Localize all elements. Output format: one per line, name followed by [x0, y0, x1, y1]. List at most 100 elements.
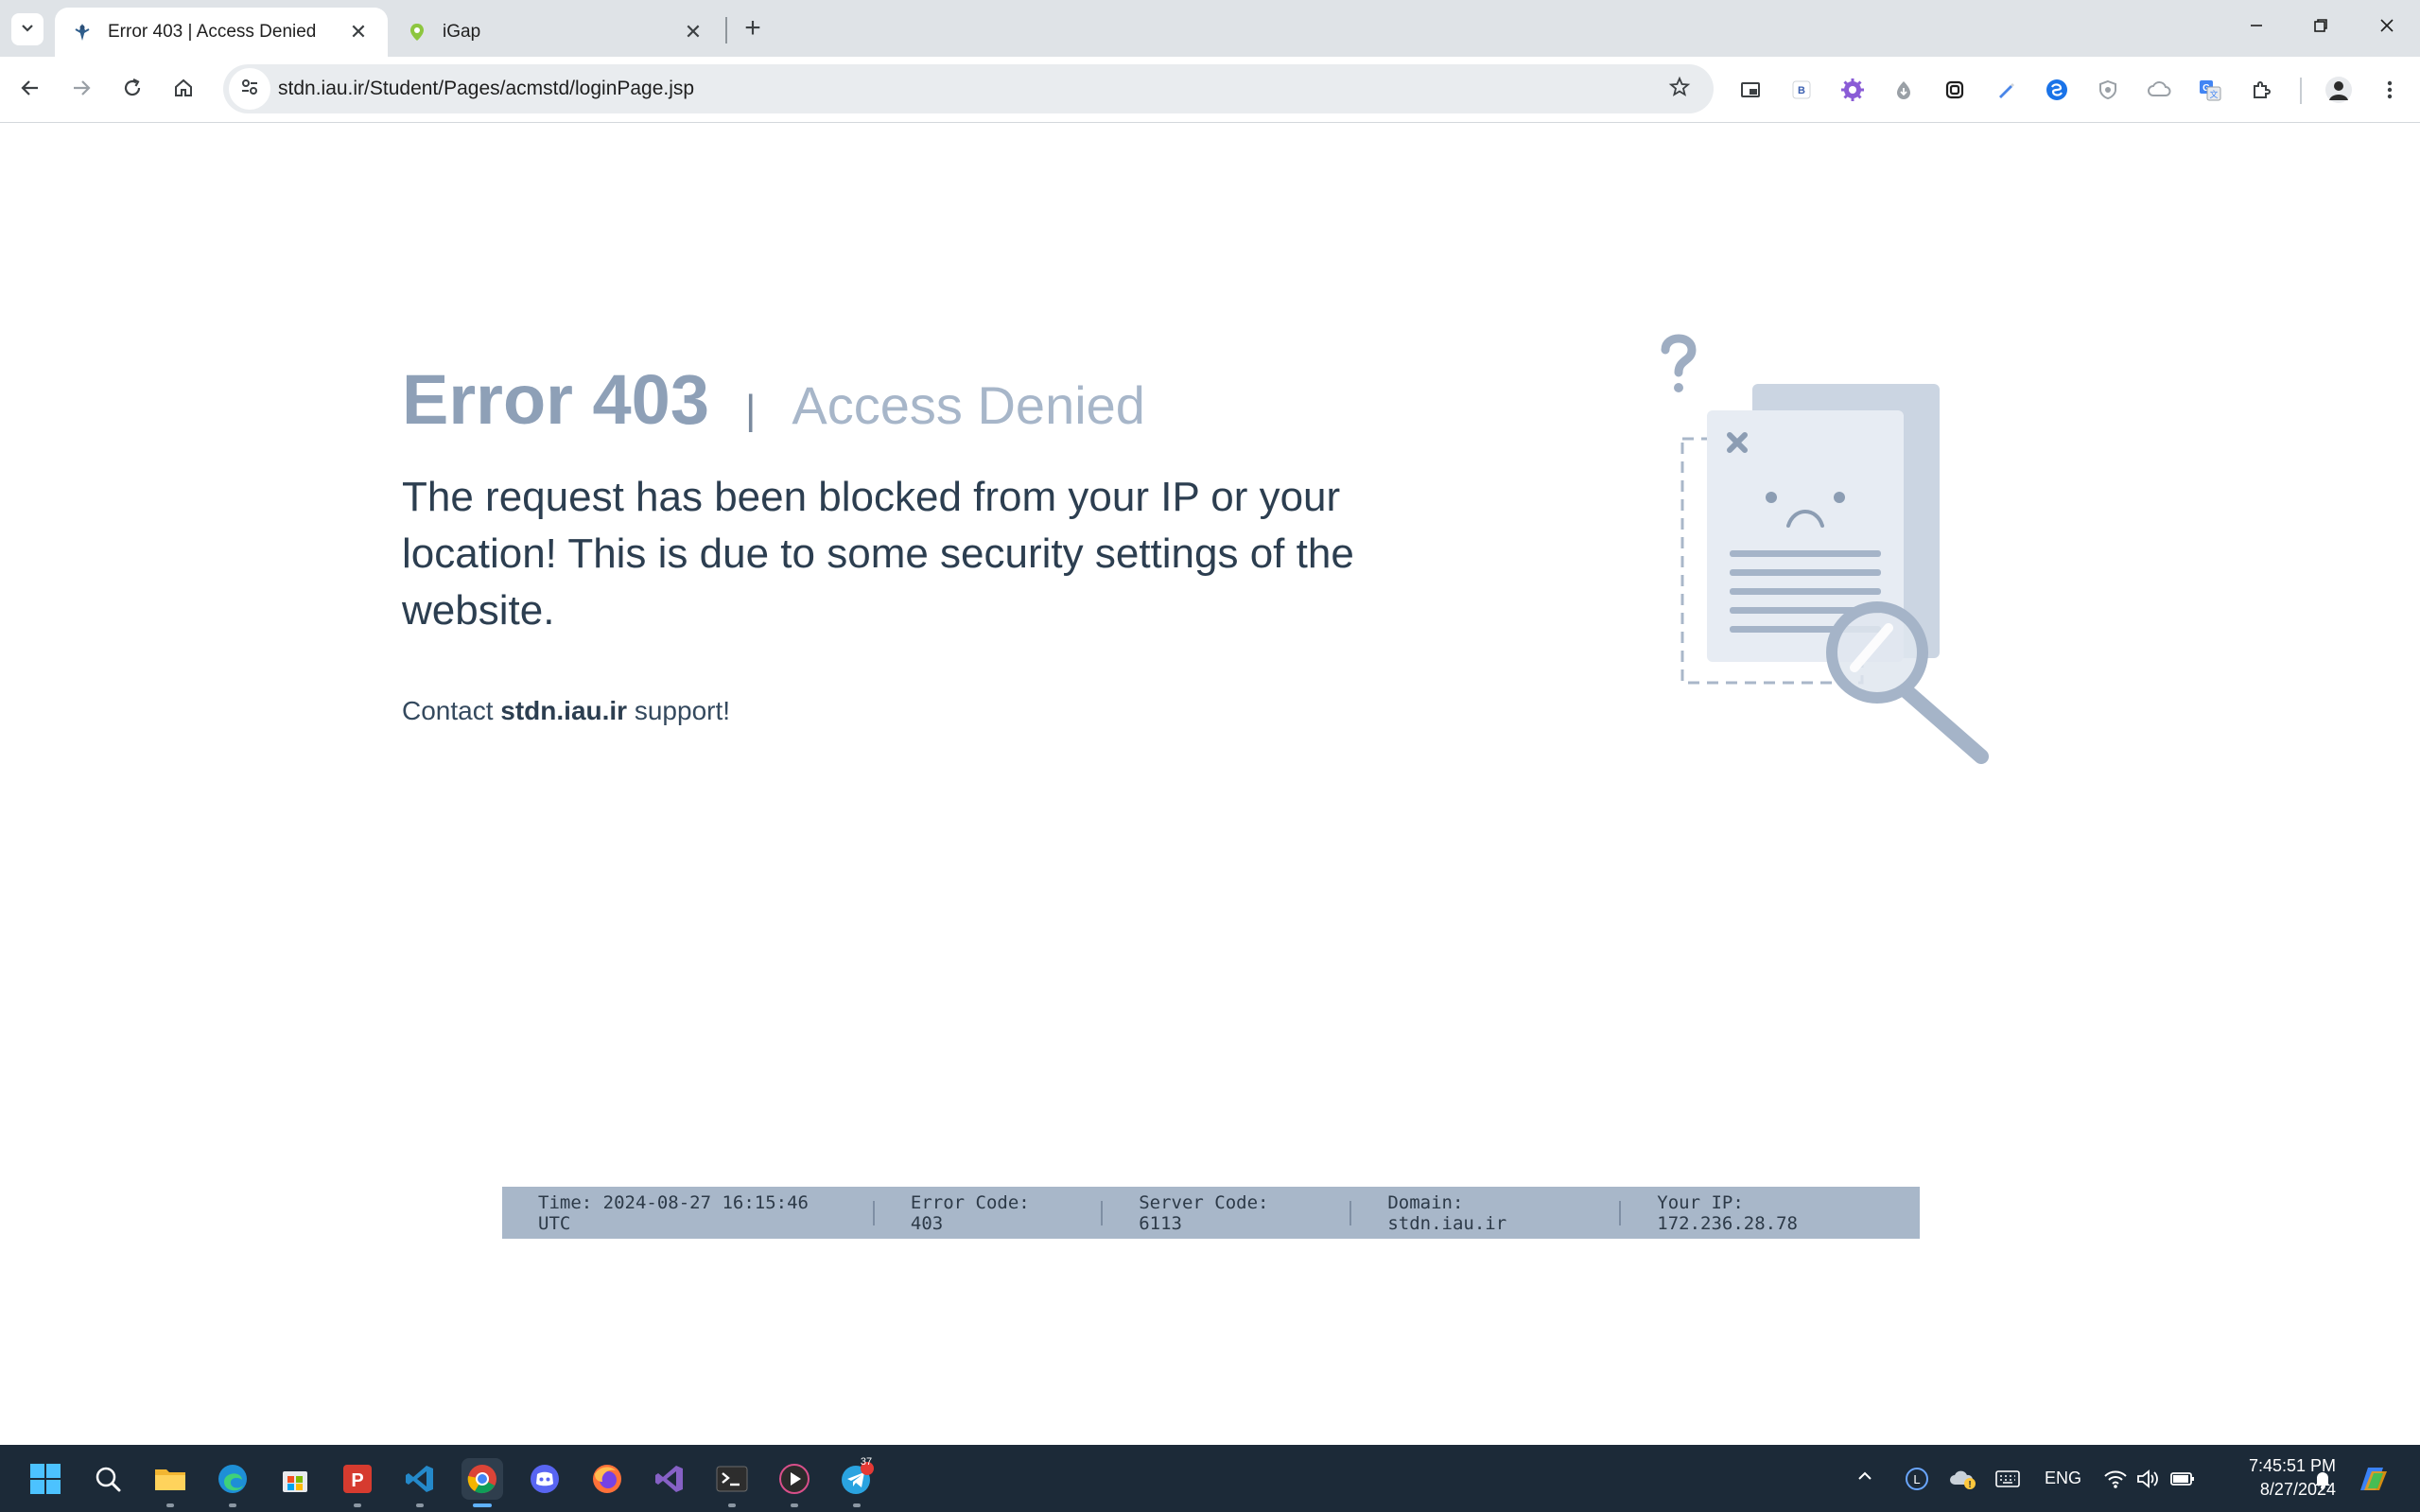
running-indicator: [791, 1503, 798, 1507]
puzzle-icon[interactable]: [2245, 74, 2277, 106]
vscode-icon[interactable]: [399, 1458, 441, 1507]
show-hidden-icons-button[interactable]: [1855, 1445, 1874, 1512]
search-icon[interactable]: [87, 1458, 129, 1500]
footer-ip: Your IP: 172.236.28.78: [1657, 1191, 1798, 1234]
telegram-icon[interactable]: 37: [836, 1456, 878, 1507]
back-button[interactable]: [11, 71, 49, 109]
cloud-extension-icon[interactable]: [2143, 74, 2175, 106]
browser-toolbar: stdn.iau.ir/Student/Pages/acmstd/loginPa…: [0, 57, 2420, 123]
edge-browser-icon[interactable]: [212, 1458, 253, 1507]
reload-button[interactable]: [113, 71, 151, 109]
tab-title: Error 403 | Access Denied: [108, 22, 317, 42]
notifications-icon[interactable]: [2311, 1445, 2334, 1512]
chevron-up-icon: [1855, 1467, 1874, 1490]
star-icon: [1668, 76, 1691, 103]
running-indicator: [166, 1503, 174, 1507]
profile-avatar[interactable]: [2323, 74, 2355, 106]
chrome-icon[interactable]: [461, 1458, 503, 1507]
close-icon: [2378, 15, 2395, 40]
address-bar[interactable]: stdn.iau.ir/Student/Pages/acmstd/loginPa…: [223, 64, 1714, 113]
footer-server-code: Server Code: 6113: [1139, 1191, 1269, 1234]
chevron-down-icon: [19, 19, 36, 41]
picture-in-picture-icon[interactable]: [1734, 74, 1767, 106]
error-code-title: Error 403: [402, 360, 709, 439]
start-windows-icon[interactable]: [25, 1458, 66, 1500]
download-extension-icon[interactable]: [1888, 74, 1920, 106]
close-tab-icon[interactable]: ✕: [346, 20, 371, 44]
discord-icon[interactable]: [524, 1458, 566, 1500]
svg-text:文: 文: [2209, 89, 2218, 99]
reload-icon: [121, 77, 144, 104]
tab-strip: Error 403 | Access Denied ✕ iGap ✕ +: [0, 0, 2420, 57]
tune-icon: [239, 77, 260, 102]
error-message: The request has been blocked from your I…: [402, 474, 1354, 634]
swirl-extension-icon[interactable]: [2041, 74, 2073, 106]
title-separator: |: [744, 387, 757, 433]
running-indicator: [728, 1503, 736, 1507]
svg-text:L: L: [1913, 1472, 1920, 1486]
file-explorer-icon[interactable]: [149, 1458, 191, 1507]
pycharm-icon[interactable]: P: [337, 1458, 378, 1507]
minimize-button[interactable]: [2224, 0, 2289, 55]
onedrive-warning-icon[interactable]: !: [1948, 1445, 1976, 1512]
visual-studio-icon[interactable]: [649, 1458, 690, 1500]
iau-favicon-icon: [72, 22, 93, 43]
url-text[interactable]: stdn.iau.ir/Student/Pages/acmstd/loginPa…: [278, 78, 1659, 100]
running-indicator: [229, 1503, 236, 1507]
wifi-icon[interactable]: [2103, 1445, 2128, 1512]
plus-icon: +: [744, 12, 761, 43]
restore-button[interactable]: [2289, 0, 2353, 55]
volume-icon[interactable]: [2135, 1445, 2160, 1512]
telegram-badge: 37: [860, 1456, 873, 1468]
close-tab-icon[interactable]: ✕: [681, 20, 705, 44]
running-indicator: [853, 1503, 861, 1507]
b-extension-icon[interactable]: B: [1785, 74, 1818, 106]
contact-suffix: support!: [634, 696, 731, 725]
contact-prefix: Contact: [402, 696, 494, 725]
forward-button[interactable]: [62, 71, 100, 109]
bookmark-button[interactable]: [1659, 76, 1700, 103]
microsoft-store-icon[interactable]: [274, 1458, 316, 1500]
language-label: ENG: [2045, 1469, 2082, 1487]
link-extension-icon[interactable]: [1939, 74, 1971, 106]
site-info-button[interactable]: [229, 68, 270, 110]
error-details-bar: Time: 2024-08-27 16:15:46 UTC Error Code…: [502, 1187, 1920, 1239]
more-menu-icon[interactable]: [2374, 74, 2406, 106]
copilot-icon[interactable]: [2355, 1445, 2393, 1512]
home-icon: [172, 77, 195, 104]
translate-extension-icon[interactable]: G文: [2194, 74, 2226, 106]
svg-text:!: !: [1968, 1480, 1971, 1490]
pen-extension-icon[interactable]: [1990, 74, 2022, 106]
shield-extension-icon[interactable]: [2092, 74, 2124, 106]
tab-search-button[interactable]: [11, 13, 44, 45]
battery-icon[interactable]: [2169, 1445, 2196, 1512]
arrow-right-icon: [70, 77, 93, 104]
tab-igap[interactable]: iGap ✕: [390, 8, 723, 57]
toolbar-divider: [2300, 78, 2302, 104]
footer-domain: Domain: stdn.iau.ir: [1387, 1191, 1507, 1234]
contact-line: Contact stdn.iau.ir support!: [402, 696, 730, 726]
tray-l-app-icon[interactable]: L: [1905, 1445, 1929, 1512]
svg-text:B: B: [1798, 85, 1805, 96]
contact-domain: stdn.iau.ir: [500, 696, 628, 725]
igap-favicon-icon: [407, 22, 427, 43]
new-tab-button[interactable]: +: [736, 11, 770, 45]
error-subtitle: Access Denied: [792, 375, 1145, 435]
gear-extension-icon[interactable]: [1837, 74, 1869, 106]
svg-text:P: P: [351, 1470, 363, 1491]
tab-title: iGap: [443, 22, 481, 42]
minimize-icon: [2248, 15, 2265, 40]
home-button[interactable]: [165, 71, 202, 109]
media-player-icon[interactable]: [774, 1458, 815, 1507]
terminal-icon[interactable]: [711, 1458, 753, 1507]
running-indicator: [416, 1503, 424, 1507]
keyboard-icon[interactable]: [1995, 1445, 2020, 1512]
running-indicator: [354, 1503, 361, 1507]
language-indicator[interactable]: ENG: [2045, 1445, 2081, 1512]
firefox-icon[interactable]: [586, 1458, 628, 1500]
close-window-button[interactable]: [2355, 0, 2419, 55]
tab-error-403[interactable]: Error 403 | Access Denied ✕: [55, 8, 388, 57]
tab-divider: [725, 17, 727, 43]
restore-icon: [2312, 15, 2329, 40]
sad-document-illustration: [1650, 331, 2028, 775]
